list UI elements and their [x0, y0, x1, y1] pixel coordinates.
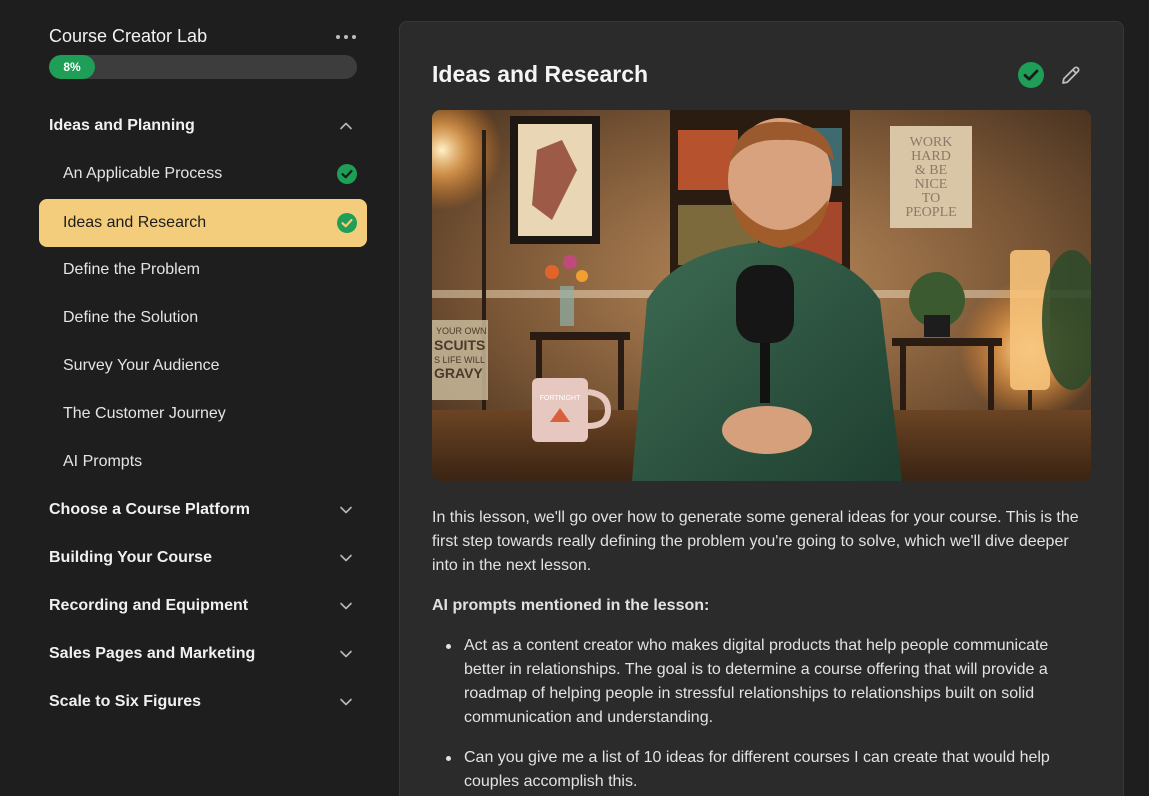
tote-line: YOUR OWN: [436, 326, 487, 336]
lesson-complete-check-icon[interactable]: [1018, 62, 1044, 88]
course-progress-bar: 8%: [49, 55, 357, 79]
chevron-down-icon: [340, 698, 352, 706]
poster-line: NICE: [915, 177, 948, 192]
prompts-list: Act as a content creator who makes digit…: [432, 634, 1092, 796]
section-building-your-course[interactable]: Building Your Course: [49, 534, 357, 582]
section-label: Scale to Six Figures: [49, 693, 202, 710]
completed-check-icon: [337, 213, 357, 233]
video-thumbnail: WORK HARD & BE NICE TO PEOPLE YOUR OWN S…: [432, 110, 1091, 481]
lesson-label: The Customer Journey: [63, 405, 226, 422]
tote-line: SCUITS: [434, 337, 485, 353]
lesson-panel: Ideas and Research WORK HARD & BE NICE T…: [399, 21, 1124, 796]
lesson-the-customer-journey[interactable]: The Customer Journey: [39, 390, 367, 438]
chevron-up-icon: [340, 122, 352, 130]
section-choose-a-course-platform[interactable]: Choose a Course Platform: [49, 486, 357, 534]
completed-check-icon: [337, 164, 357, 184]
lesson-video-player[interactable]: WORK HARD & BE NICE TO PEOPLE YOUR OWN S…: [432, 110, 1091, 481]
lesson-define-the-problem[interactable]: Define the Problem: [39, 246, 367, 294]
lesson-label: Ideas and Research: [63, 214, 207, 231]
more-options-icon[interactable]: [335, 26, 357, 46]
lesson-intro-text: In this lesson, we'll go over how to gen…: [432, 509, 1079, 574]
lesson-ideas-and-research[interactable]: Ideas and Research: [39, 199, 367, 247]
prompt-item: Act as a content creator who makes digit…: [432, 634, 1092, 730]
poster-line: TO: [922, 191, 940, 206]
progress-fill: 8%: [49, 55, 95, 79]
chevron-down-icon: [340, 602, 352, 610]
chevron-down-icon: [340, 506, 352, 514]
course-header: Course Creator Lab: [49, 24, 357, 48]
chevron-down-icon: [340, 554, 352, 562]
tote-line: S LIFE WILL: [434, 355, 485, 365]
lesson-label: An Applicable Process: [63, 165, 223, 182]
course-sidebar: Course Creator Lab 8% Ideas and Planning…: [0, 0, 400, 796]
tote-line: GRAVY: [434, 365, 483, 381]
lesson-survey-your-audience[interactable]: Survey Your Audience: [39, 342, 367, 390]
edit-pencil-icon[interactable]: [1059, 63, 1083, 87]
section-recording-and-equipment[interactable]: Recording and Equipment: [49, 582, 357, 630]
section-ideas-and-planning[interactable]: Ideas and Planning: [49, 102, 357, 150]
poster-line: HARD: [911, 149, 951, 164]
lesson-label: Survey Your Audience: [63, 357, 220, 374]
poster-line: & BE: [915, 163, 947, 178]
section-label: Sales Pages and Marketing: [49, 645, 256, 662]
prompts-heading: AI prompts mentioned in the lesson:: [432, 597, 710, 614]
lesson-label: Define the Solution: [63, 309, 199, 326]
course-title: Course Creator Lab: [49, 26, 208, 46]
app: Course Creator Lab 8% Ideas and Planning…: [0, 0, 1149, 796]
lesson-label: Define the Problem: [63, 261, 200, 278]
chevron-down-icon: [340, 650, 352, 658]
section-scale-to-six-figures[interactable]: Scale to Six Figures: [49, 678, 357, 726]
prompt-item: Can you give me a list of 10 ideas for d…: [432, 746, 1092, 794]
section-sales-pages-and-marketing[interactable]: Sales Pages and Marketing: [49, 630, 357, 678]
mug-text: FORTNIGHT: [540, 395, 581, 402]
lesson-title: Ideas and Research: [432, 61, 649, 87]
lesson-an-applicable-process[interactable]: An Applicable Process: [39, 150, 367, 198]
section-label: Ideas and Planning: [49, 117, 195, 134]
lesson-define-the-solution[interactable]: Define the Solution: [39, 294, 367, 342]
poster-line: PEOPLE: [905, 205, 956, 220]
lesson-label: AI Prompts: [63, 453, 143, 470]
lesson-ai-prompts[interactable]: AI Prompts: [39, 438, 367, 486]
poster-line: WORK: [910, 135, 953, 150]
section-label: Choose a Course Platform: [49, 501, 250, 518]
section-label: Recording and Equipment: [49, 597, 249, 614]
section-label: Building Your Course: [49, 549, 212, 566]
